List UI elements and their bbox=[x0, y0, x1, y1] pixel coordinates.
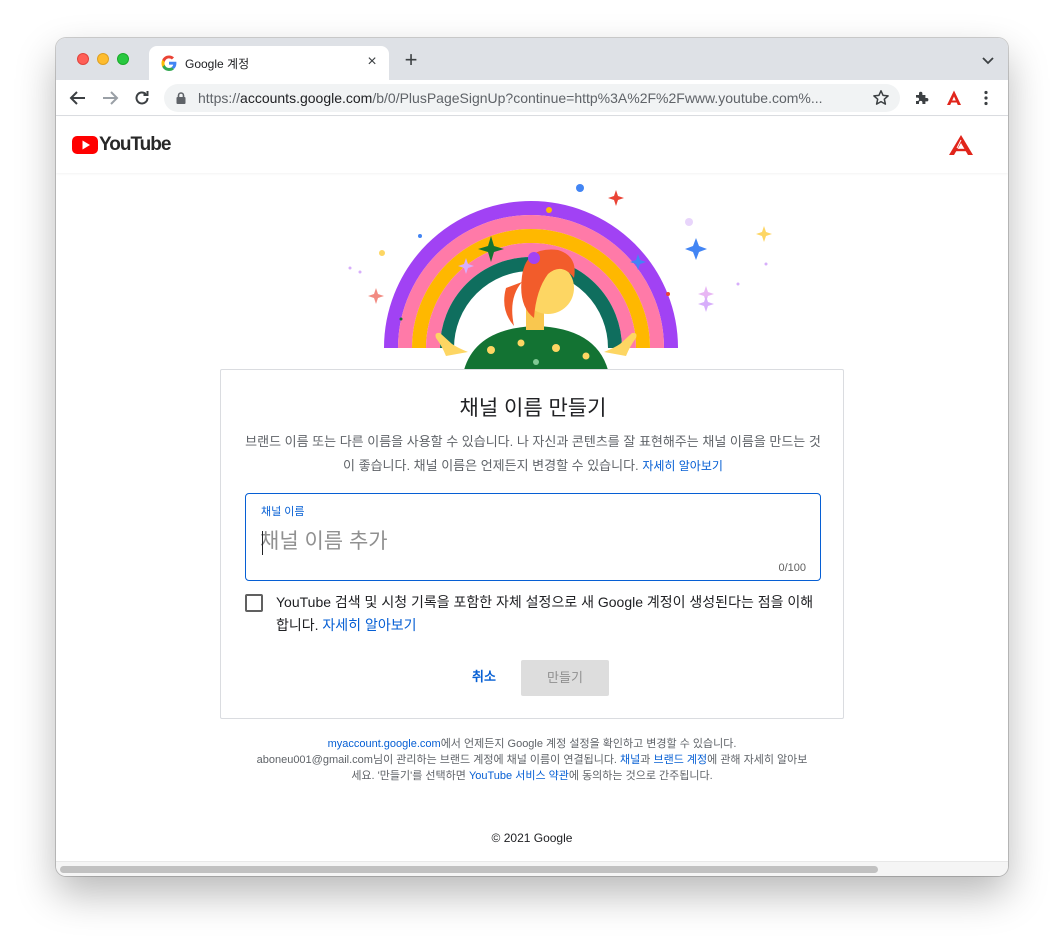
youtube-wordmark: YouTube bbox=[99, 134, 171, 155]
youtube-header: YouTube bbox=[56, 117, 1008, 173]
zoom-window-button[interactable] bbox=[117, 53, 129, 65]
url-scheme: https:// bbox=[198, 90, 241, 106]
extensions-puzzle-icon[interactable] bbox=[913, 89, 931, 107]
create-channel-card: 채널 이름 만들기 브랜드 이름 또는 다른 이름을 사용할 수 있습니다. 나… bbox=[220, 369, 844, 719]
chevron-down-icon[interactable] bbox=[980, 52, 996, 68]
forward-arrow-icon[interactable] bbox=[100, 88, 120, 108]
back-arrow-icon[interactable] bbox=[68, 88, 88, 108]
footer-line1: 에서 언제든지 Google 계정 설정을 확인하고 변경할 수 있습니다. bbox=[440, 738, 737, 750]
youtube-logo[interactable]: YouTube bbox=[72, 134, 171, 155]
acrobat-extension-icon[interactable] bbox=[945, 89, 963, 107]
text-caret bbox=[262, 531, 263, 555]
lock-icon[interactable] bbox=[174, 91, 188, 105]
google-g-icon bbox=[161, 55, 177, 71]
learn-more-link[interactable]: 자세히 알아보기 bbox=[642, 459, 723, 473]
url-host: accounts.google.com bbox=[240, 90, 373, 106]
horizontal-scrollbar[interactable] bbox=[56, 861, 1008, 876]
reload-icon[interactable] bbox=[132, 88, 152, 108]
minimize-window-button[interactable] bbox=[97, 53, 109, 65]
checkbox-learn-more-link[interactable]: 자세히 알아보기 bbox=[322, 617, 416, 633]
legal-footer: myaccount.google.com에서 언제든지 Google 계정 설정… bbox=[256, 736, 808, 784]
account-avatar-icon[interactable] bbox=[948, 134, 974, 156]
brand-account-link[interactable]: 브랜드 계정 bbox=[653, 754, 707, 766]
scrollbar-thumb[interactable] bbox=[60, 866, 878, 873]
terms-of-service-link[interactable]: YouTube 서비스 약관 bbox=[469, 770, 569, 782]
browser-toolbar: https://accounts.google.com/b/0/PlusPage… bbox=[56, 80, 1008, 116]
new-tab-button[interactable]: + bbox=[400, 49, 422, 72]
youtube-play-icon bbox=[72, 136, 98, 154]
channel-name-label: 채널 이름 bbox=[261, 506, 305, 518]
create-button[interactable]: 만들기 bbox=[521, 660, 609, 696]
card-title: 채널 이름 만들기 bbox=[459, 397, 607, 420]
browser-window: Google 계정 × + https://accounts.google.co… bbox=[56, 38, 1008, 876]
footer-line2b: 과 bbox=[640, 754, 654, 766]
checkbox-label[interactable]: YouTube 검색 및 시청 기록을 포함한 자체 설정으로 새 Google… bbox=[276, 591, 824, 637]
tab-google-account[interactable]: Google 계정 × bbox=[149, 46, 389, 80]
tab-strip: Google 계정 × + bbox=[56, 38, 1008, 80]
footer-line2d: 에 동의하는 것으로 간주됩니다. bbox=[568, 770, 713, 782]
bookmark-star-icon[interactable] bbox=[872, 89, 890, 107]
celebration-illustration bbox=[348, 184, 772, 370]
url-path: /b/0/PlusPageSignUp?continue=http%3A%2F%… bbox=[372, 90, 823, 106]
card-description: 브랜드 이름 또는 다른 이름을 사용할 수 있습니다. 나 자신과 콘텐츠를 … bbox=[241, 430, 825, 478]
tab-title: Google 계정 bbox=[185, 57, 250, 71]
description-text: 브랜드 이름 또는 다른 이름을 사용할 수 있습니다. 나 자신과 콘텐츠를 … bbox=[245, 434, 821, 473]
channel-name-field[interactable]: 채널 이름 0/100 bbox=[245, 493, 821, 581]
channel-link[interactable]: 채널 bbox=[620, 754, 640, 766]
footer-line2a: aboneu001@gmail.com님이 관리하는 브랜드 계정에 채널 이름… bbox=[256, 754, 621, 766]
tab-close-icon[interactable]: × bbox=[363, 53, 381, 71]
cancel-button[interactable]: 취소 bbox=[459, 660, 509, 694]
more-menu-icon[interactable] bbox=[977, 89, 995, 107]
character-counter: 0/100 bbox=[778, 562, 806, 574]
myaccount-link[interactable]: myaccount.google.com bbox=[328, 738, 441, 750]
close-window-button[interactable] bbox=[77, 53, 89, 65]
channel-name-input[interactable] bbox=[260, 526, 800, 558]
understand-checkbox[interactable] bbox=[245, 594, 263, 612]
desktop: Google 계정 × + https://accounts.google.co… bbox=[0, 0, 1064, 951]
url-text[interactable]: https://accounts.google.com/b/0/PlusPage… bbox=[198, 90, 864, 106]
address-bar[interactable]: https://accounts.google.com/b/0/PlusPage… bbox=[164, 84, 900, 112]
copyright-text: © 2021 Google bbox=[491, 831, 573, 845]
